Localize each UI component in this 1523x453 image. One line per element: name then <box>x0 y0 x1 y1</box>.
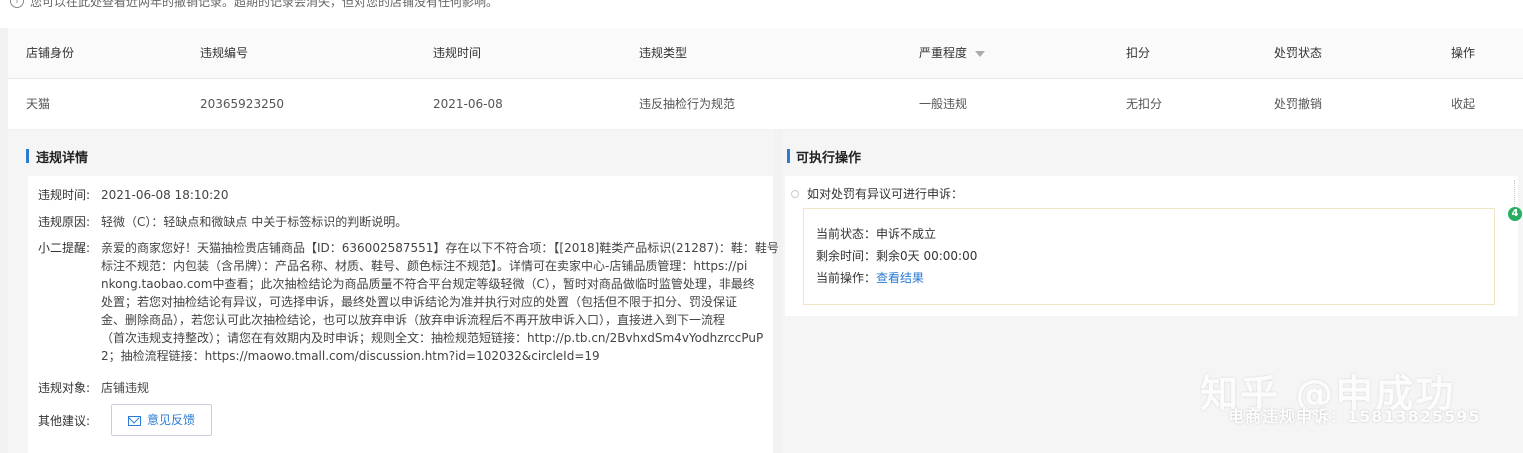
timeline-dot <box>791 190 799 198</box>
note-label: 小二提醒: <box>38 241 91 255</box>
status-label: 当前状态： <box>816 227 877 241</box>
cell-store-identity: 天猫 <box>26 97 51 111</box>
time-value: 2021-06-08 18:10:20 <box>101 188 229 202</box>
cell-violation-time: 2021-06-08 <box>433 97 503 111</box>
time-label: 违规时间: <box>38 188 91 202</box>
feedback-label: 意见反馈 <box>146 413 195 427</box>
note-line: 处置；若您对抽检结论有异议，可选择申诉，最终处置以申诉结论为准并执行对应的处置（… <box>101 295 738 309</box>
reason-value: 轻微（C）：轻缺点和微缺点 中关于标签标识的判断说明。 <box>101 215 408 229</box>
table-header: 店铺身份 违规编号 违规时间 违规类型 严重程度 扣分 处罚状态 操作 <box>8 28 1523 79</box>
note-line: 标注不规范：内包装（含吊牌）：产品名称、材质、鞋号、颜色标注不规范】。详情可在卖… <box>101 259 748 273</box>
watermark-contact: 电商违规申诉：15813825595 <box>1228 407 1481 426</box>
col-store-identity: 店铺身份 <box>26 46 75 60</box>
operation-label: 当前操作： <box>816 271 877 285</box>
suggest-label: 其他建议: <box>38 414 91 428</box>
col-penalty-status: 处罚状态 <box>1274 46 1323 60</box>
note-line: 亲爱的商家您好！天猫抽检贵店铺商品【ID：636002587551】存在以下不符… <box>101 241 779 255</box>
note-line: 2；抽检流程链接：https://maowo.tmall.com/discuss… <box>101 349 600 363</box>
info-icon: i <box>10 0 24 8</box>
reason-label: 违规原因: <box>38 215 91 229</box>
timeline-connector <box>1514 180 1516 210</box>
col-severity-label: 严重程度 <box>919 46 968 60</box>
note-line: （首次违规支持整改）；请您在有效期内及时申诉；规则全文：抽检规范短链接：http… <box>101 331 764 345</box>
operation-row: 当前操作：查看结果 <box>816 269 924 286</box>
remaining-row: 剩余时间：剩余0天 00:00:00 <box>816 247 977 264</box>
notice-text: 您可以在此处查看近两年的撤销记录。超期的记录会消失，但对您的店铺没有任何影响。 <box>30 0 499 9</box>
cell-violation-type: 违反抽检行为规范 <box>639 97 736 111</box>
target-label: 违规对象: <box>38 381 91 395</box>
collapse-link[interactable]: 收起 <box>1451 79 1475 129</box>
section-marker <box>26 149 29 163</box>
status-row: 当前状态：申诉不成立 <box>816 225 936 242</box>
col-operation: 操作 <box>1451 46 1476 60</box>
cell-severity: 一般违规 <box>919 97 968 111</box>
appeal-status-box: 当前状态：申诉不成立 剩余时间：剩余0天 00:00:00 当前操作：查看结果 <box>803 208 1495 305</box>
col-violation-time: 违规时间 <box>433 46 482 60</box>
actions-header: 可执行操作 <box>783 130 1523 180</box>
note-text: 亲爱的商家您好！天猫抽检贵店铺商品【ID：636002587551】存在以下不符… <box>101 239 779 365</box>
cell-points: 无扣分 <box>1126 97 1163 111</box>
filter-icon[interactable] <box>975 50 986 57</box>
col-severity[interactable]: 严重程度 <box>919 28 986 78</box>
target-value: 店铺违规 <box>101 381 150 395</box>
col-violation-type: 违规类型 <box>639 46 688 60</box>
view-result-link[interactable]: 查看结果 <box>876 271 924 285</box>
cell-violation-id: 20365923250 <box>200 97 284 111</box>
cell-penalty-status: 处罚撤销 <box>1274 97 1323 111</box>
violation-detail-panel: 违规详情 违规时间: 2021-06-08 18:10:20 违规原因: 轻微（… <box>8 130 779 453</box>
note-line: 金、删除商品），若您认可此次抽检结论，也可以放弃申诉（放弃申诉流程后不再开放申诉… <box>101 313 726 327</box>
violation-table: 店铺身份 违规编号 违规时间 违规类型 严重程度 扣分 处罚状态 操作 天猫 2… <box>8 28 1523 129</box>
appeal-prompt: 如对处罚有异议可进行申诉： <box>807 187 964 201</box>
col-violation-id: 违规编号 <box>200 46 249 60</box>
remaining-value: 剩余0天 00:00:00 <box>876 249 978 263</box>
detail-title: 违规详情 <box>36 151 89 166</box>
step-badge: 4 <box>1508 207 1522 221</box>
section-marker <box>787 149 790 163</box>
detail-header: 违规详情 <box>8 130 773 180</box>
table-row: 天猫 20365923250 2021-06-08 违反抽检行为规范 一般违规 … <box>8 79 1523 129</box>
status-value: 申诉不成立 <box>876 227 937 241</box>
col-points: 扣分 <box>1126 46 1151 60</box>
mail-icon <box>127 415 141 426</box>
remaining-label: 剩余时间： <box>816 249 877 263</box>
notice-bar: i 您可以在此处查看近两年的撤销记录。超期的记录会消失，但对您的店铺没有任何影响… <box>0 0 1523 28</box>
detail-card: 违规时间: 2021-06-08 18:10:20 违规原因: 轻微（C）：轻缺… <box>28 176 779 453</box>
feedback-button[interactable]: 意见反馈 <box>111 404 212 436</box>
actions-title: 可执行操作 <box>796 151 862 166</box>
note-line: nkong.taobao.com中查看；此次抽检结论为商品质量不符合平台规定等级… <box>101 277 755 291</box>
appeal-card: 如对处罚有异议可进行申诉： 当前状态：申诉不成立 剩余时间：剩余0天 00:00… <box>785 176 1518 316</box>
